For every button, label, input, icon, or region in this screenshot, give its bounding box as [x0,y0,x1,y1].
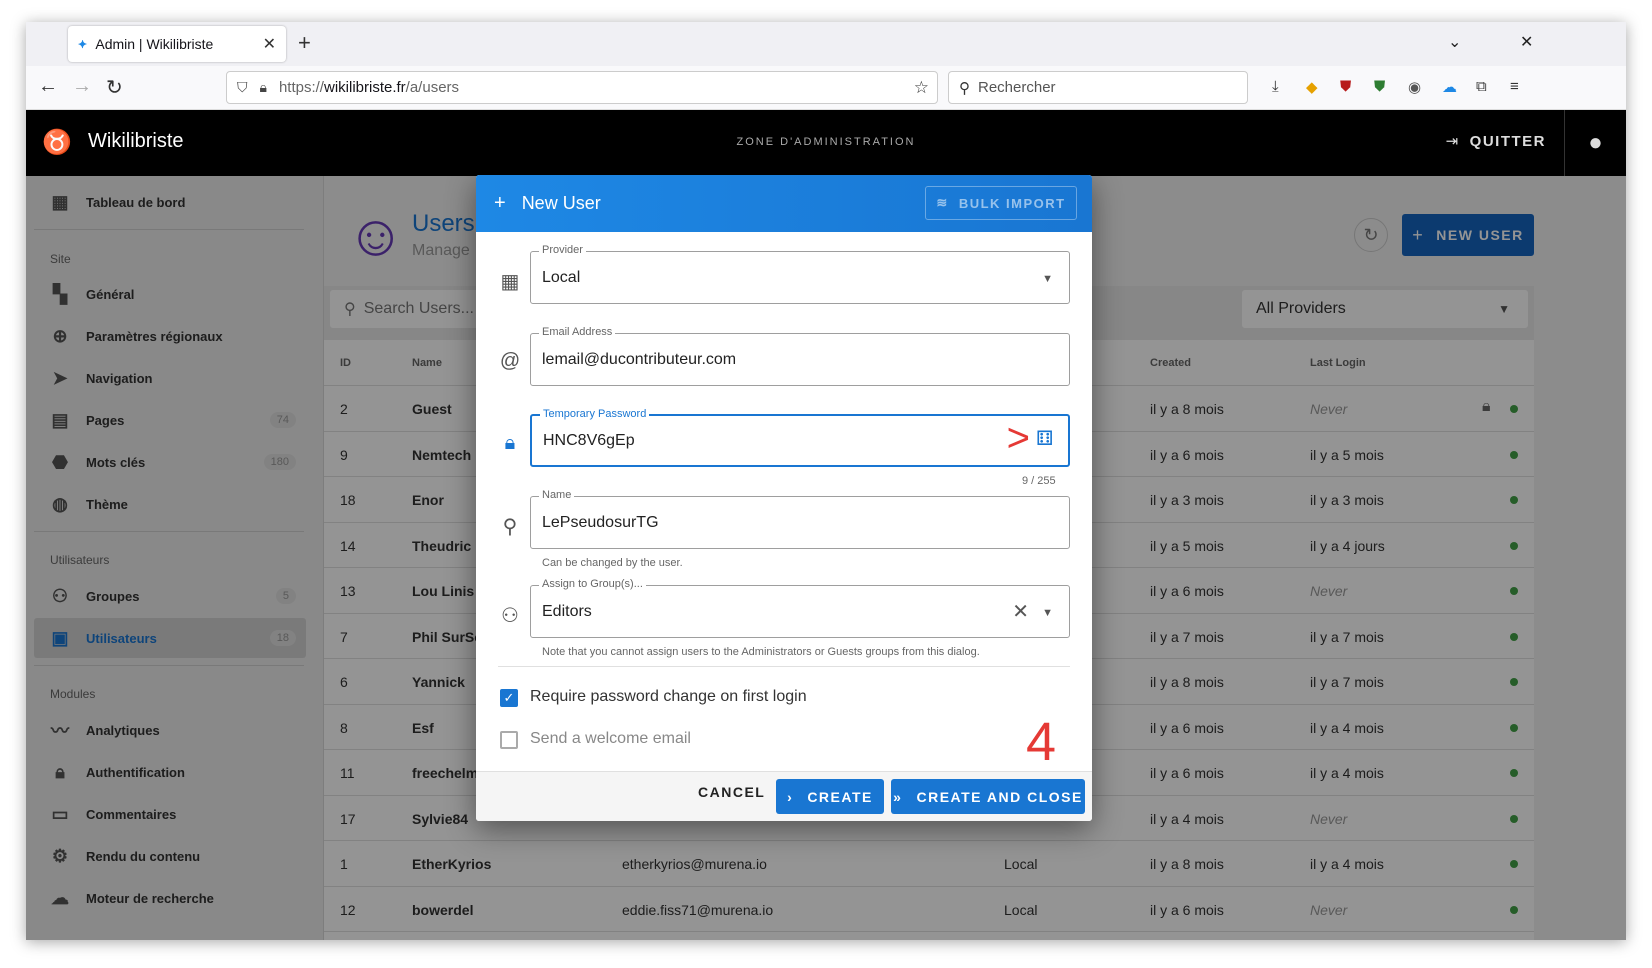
close-window-icon[interactable]: ✕ [1520,32,1533,52]
divider [498,666,1070,667]
bulk-import-button[interactable]: ≋ BULK IMPORT [925,186,1077,220]
create-button[interactable]: › CREATE [776,779,884,814]
groups-hint: Note that you cannot assign users to the… [542,646,980,658]
browser-search-placeholder: Rechercher [978,79,1056,96]
extension-icon[interactable]: ◆ [1306,78,1318,96]
dialog-header: + New User ≋ BULK IMPORT [476,175,1092,232]
browser-search[interactable]: ⚲ Rechercher [948,71,1248,104]
ublock-icon[interactable]: ⛊ [1340,78,1351,95]
zone-label: ZONE D'ADMINISTRATION [736,136,916,148]
app-header: ♉ Wikilibriste ZONE D'ADMINISTRATION ⇥ QU… [26,110,1626,176]
list-tabs-icon[interactable]: ⌄ [1448,32,1461,52]
cancel-button[interactable]: CANCEL [698,784,765,800]
name-hint: Can be changed by the user. [542,557,683,569]
bulk-import-label: BULK IMPORT [958,195,1066,211]
require-change-label[interactable]: Require password change on first login [530,688,807,706]
url-bar[interactable]: ⛉ 🔒︎ https://wikilibriste.fr/a/users ☆ [226,71,938,104]
create-and-close-button[interactable]: » CREATE AND CLOSE [891,779,1085,814]
create-close-label: CREATE AND CLOSE [916,788,1083,805]
tab-bar: ⯌ Admin | Wikilibriste ✕ + ⌄ ✕ [26,22,1626,66]
browser-window: ⯌ Admin | Wikilibriste ✕ + ⌄ ✕ ← → ↻ ⛉ 🔒… [26,22,1626,940]
chevron-down-icon: ▼ [1042,273,1053,285]
email-label: Email Address [539,326,616,338]
database-import-icon: ≋ [936,195,949,210]
office-building-icon: ▦ [500,271,520,293]
back-icon[interactable]: ← [38,75,58,98]
at-icon: @ [499,350,521,372]
bookmark-star-icon[interactable]: ☆ [914,78,929,98]
privacy-badger-icon[interactable]: ⛊ [1374,78,1385,95]
quit-button[interactable]: ⇥ QUITTER [1446,132,1546,150]
name-label: Name [539,489,575,501]
plus-icon: + [494,192,506,214]
groups-label: Assign to Group(s)... [539,578,646,590]
extensions-icon[interactable]: ⧉ [1476,78,1487,95]
account-group-icon: ⚇ [501,605,519,627]
groups-value: Editors [542,603,592,620]
groups-select[interactable]: Assign to Group(s)... Editors ✕ ▼ [530,578,1070,638]
password-label: Temporary Password [540,408,650,420]
url-domain: wikilibriste.fr [323,79,406,96]
new-user-dialog: + New User ≋ BULK IMPORT ▦ Provider Local … [476,175,1092,821]
close-tab-icon[interactable]: ✕ [263,34,276,54]
menu-icon[interactable]: ≡ [1510,78,1519,95]
password-value: HNC8V6gEp [543,432,635,449]
annotation-step-number: 4 [1026,712,1057,772]
email-field[interactable]: Email Address lemail@ducontributeur.com [530,326,1070,386]
provider-value: Local [542,269,581,286]
provider-select[interactable]: Provider Local ▼ [530,244,1070,304]
lock-icon: 🔒︎ [259,79,267,95]
clear-icon[interactable]: ✕ [1012,599,1029,624]
create-label: CREATE [807,788,873,805]
dice-icon[interactable]: ⚅ [1036,429,1056,449]
cloud-icon[interactable]: ☁ [1442,78,1457,96]
tab-title: Admin | Wikilibriste [95,36,214,52]
provider-label: Provider [539,244,586,256]
password-counter: 9 / 255 [1022,475,1056,487]
lock-icon: 🔒︎ [504,432,516,454]
forward-icon[interactable]: → [72,75,92,98]
favicon-icon: ⯌ [78,36,88,51]
annotation-arrow: > [1006,416,1030,460]
dialog-actions: CANCEL › CREATE » CREATE AND CLOSE [476,771,1092,821]
browser-tab[interactable]: ⯌ Admin | Wikilibriste ✕ [68,26,286,62]
extension-icon[interactable]: ◉ [1408,78,1421,96]
dialog-title-text: New User [521,193,601,213]
search-icon: ⚲ [959,79,970,97]
shield-icon: ⛉ [237,79,248,95]
welcome-email-label[interactable]: Send a welcome email [530,730,691,748]
name-field[interactable]: Name LePseudosurTG [530,489,1070,549]
welcome-email-checkbox[interactable] [500,731,518,749]
chevron-down-icon: ▼ [1042,607,1053,619]
new-tab-button[interactable]: + [298,30,311,56]
nav-bar: ← → ↻ ⛉ 🔒︎ https://wikilibriste.fr/a/use… [26,66,1626,110]
chevron-double-right-icon: » [893,788,903,805]
chevron-right-icon: › [787,788,794,805]
url-prefix: https:// [278,79,324,96]
require-change-checkbox[interactable]: ✓ [500,689,518,707]
dialog-title: + New User [494,192,601,215]
email-value: lemail@ducontributeur.com [542,351,737,368]
name-value: LePseudosurTG [542,514,659,531]
exit-icon: ⇥ [1445,133,1460,150]
quit-label: QUITTER [1469,133,1546,150]
download-icon[interactable]: ⤓ [1272,78,1279,95]
url-path: /a/users [405,79,460,96]
reload-icon[interactable]: ↻ [106,75,123,100]
password-field[interactable]: Temporary Password HNC8V6gEp > ⚅ [530,408,1070,467]
account-outline-icon: ⚲ [502,516,518,538]
account-icon[interactable]: ● [1564,110,1626,176]
